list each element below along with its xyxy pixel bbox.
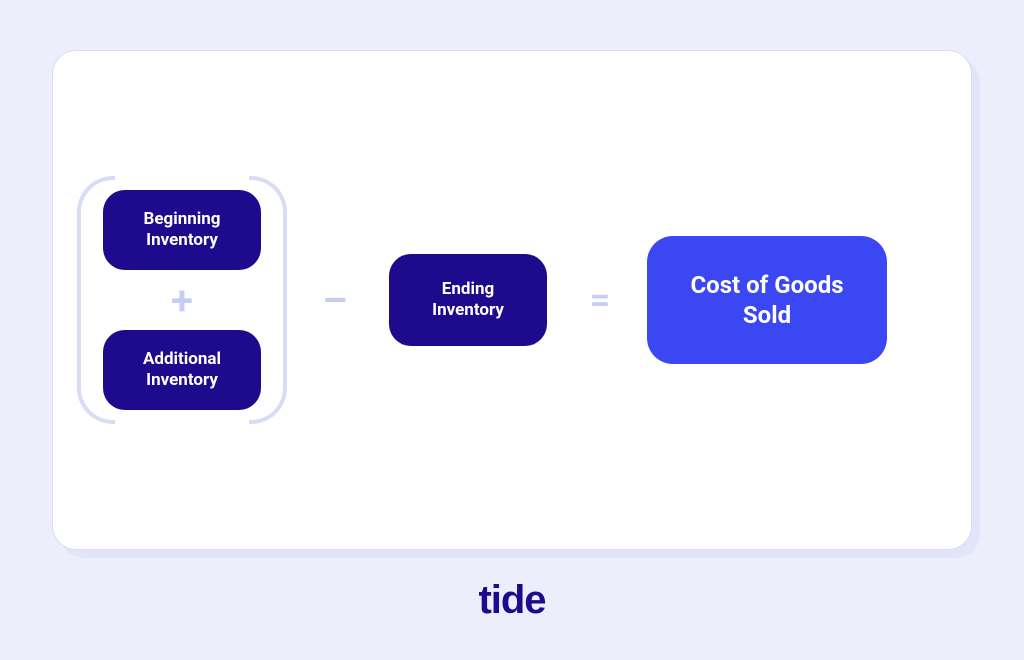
formula-card: Beginning Inventory + Additional Invento…: [52, 50, 972, 550]
brand-logo: tide: [478, 578, 545, 623]
minus-icon: –: [322, 277, 347, 324]
right-parenthesis-icon: [249, 176, 287, 424]
left-parenthesis-icon: [77, 176, 115, 424]
equals-operator: =: [565, 280, 635, 320]
equals-icon: =: [590, 279, 610, 321]
term-additional-inventory: Additional Inventory: [103, 330, 261, 410]
term-ending-inventory: Ending Inventory: [389, 254, 547, 346]
term-beginning-inventory: Beginning Inventory: [103, 190, 261, 270]
result-label: Cost of Goods Sold: [665, 270, 869, 330]
formula-row: Beginning Inventory + Additional Invento…: [103, 176, 931, 424]
term-label: Additional Inventory: [121, 349, 243, 392]
minus-operator: –: [295, 280, 375, 320]
brand-text: tide: [478, 578, 545, 622]
term-label: Ending Inventory: [407, 279, 529, 322]
plus-operator: +: [170, 288, 194, 312]
plus-icon: +: [171, 277, 193, 324]
parenthesized-sum: Beginning Inventory + Additional Invento…: [103, 176, 261, 424]
result-cost-of-goods-sold: Cost of Goods Sold: [647, 236, 887, 364]
term-label: Beginning Inventory: [121, 209, 243, 252]
